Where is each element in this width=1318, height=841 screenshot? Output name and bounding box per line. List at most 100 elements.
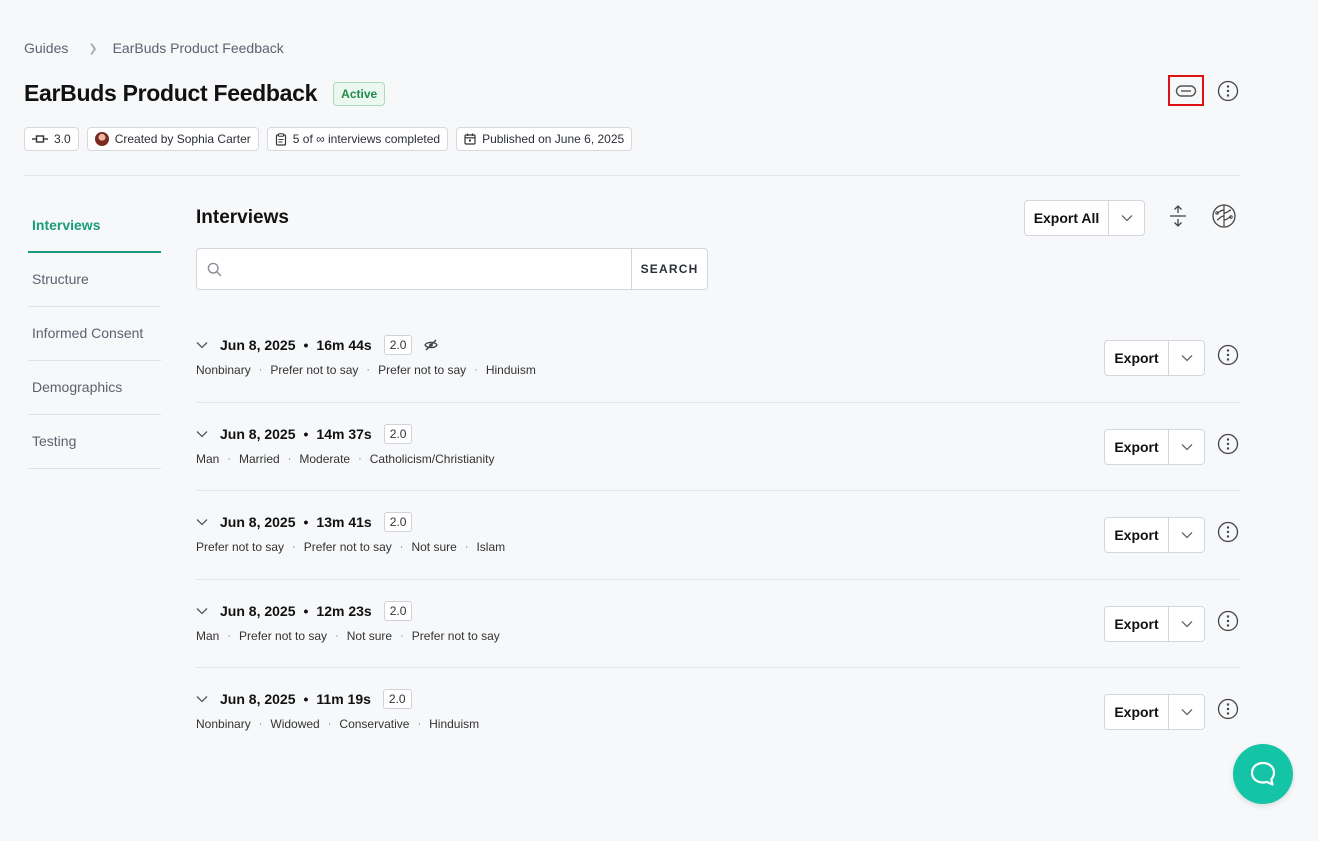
interview-row[interactable]: Jun 8, 2025 • 11m 19s 2.0 Nonbinary · Wid…: [196, 668, 1240, 757]
interview-tags: Prefer not to say · Prefer not to say · No…: [196, 540, 506, 554]
search-button[interactable]: SEARCH: [631, 249, 707, 289]
interview-duration: 13m 41s: [316, 514, 372, 530]
collapse-all-button[interactable]: [1166, 204, 1190, 228]
interview-list: Jun 8, 2025 • 16m 44s 2.0 Nonbinary · Pre…: [196, 314, 1240, 757]
ai-analysis-button[interactable]: [1210, 202, 1238, 230]
export-button[interactable]: Export: [1105, 341, 1169, 375]
interview-date: Jun 8, 2025: [220, 602, 296, 619]
export-button[interactable]: Export: [1105, 606, 1169, 641]
guide-more-options-button[interactable]: [1216, 79, 1240, 103]
tag: Hinduism: [485, 363, 536, 377]
more-vertical-icon: [1217, 521, 1239, 543]
header-divider: [24, 175, 1240, 176]
tag: Nonbinary: [196, 717, 251, 731]
guide-meta: 3.0 Created by Sophia Carter 5 of ∞ inte…: [24, 127, 633, 151]
copy-link-button[interactable]: [1168, 75, 1204, 106]
tag: Nonbinary: [196, 363, 251, 377]
chat-support-button[interactable]: [1233, 744, 1293, 804]
row-more-options-button[interactable]: [1216, 609, 1240, 633]
export-all-button[interactable]: Export All: [1025, 201, 1109, 235]
section-nav: Interviews Structure Informed Consent De…: [28, 199, 161, 469]
chevron-down-icon: [1181, 443, 1192, 450]
tag: Man: [196, 628, 220, 643]
version-icon: [32, 135, 48, 143]
tab-interviews[interactable]: Interviews: [28, 199, 161, 253]
chevron-down-icon: [1121, 215, 1132, 222]
version-badge: 2.0: [382, 689, 412, 709]
tab-informed-consent[interactable]: Informed Consent: [28, 307, 161, 361]
search-bar: SEARCH: [196, 248, 708, 290]
link-icon: [1175, 84, 1197, 97]
tag: Prefer not to say: [411, 628, 500, 643]
search-icon: [197, 249, 231, 289]
export-button[interactable]: Export: [1105, 429, 1169, 464]
calendar-icon: [464, 133, 476, 145]
status-badge: Active: [333, 81, 386, 106]
tag: Married: [239, 451, 280, 466]
export-button[interactable]: Export: [1105, 695, 1169, 729]
creator-label: Created by Sophia Carter: [114, 132, 251, 146]
tab-testing[interactable]: Testing: [28, 415, 161, 469]
tab-structure[interactable]: Structure: [28, 253, 161, 307]
interview-duration: 14m 37s: [316, 425, 372, 442]
expand-chevron-icon[interactable]: [196, 428, 208, 440]
tag: Prefer not to say: [270, 363, 359, 377]
export-all-split-button: Export All: [1024, 200, 1145, 236]
more-vertical-icon: [1217, 433, 1239, 454]
tag: Hinduism: [429, 717, 480, 731]
export-all-dropdown-button[interactable]: [1109, 201, 1144, 235]
more-vertical-icon: [1217, 344, 1239, 366]
row-more-options-button[interactable]: [1216, 520, 1240, 544]
version-badge: 2.0: [383, 335, 413, 355]
version-badge: 2.0: [383, 600, 413, 621]
interview-date: Jun 8, 2025: [220, 425, 296, 442]
version-chip: 3.0: [24, 127, 79, 151]
interview-date: Jun 8, 2025: [220, 514, 296, 530]
brain-icon: [1212, 204, 1236, 228]
breadcrumb-current: EarBuds Product Feedback: [112, 40, 284, 56]
chat-bubble-icon: [1250, 761, 1276, 786]
chevron-down-icon: [1181, 620, 1192, 627]
tag: Not sure: [346, 628, 393, 643]
interview-tags: Nonbinary · Prefer not to say · Prefer not…: [196, 363, 536, 377]
tag: Man: [196, 451, 220, 466]
export-button[interactable]: Export: [1105, 518, 1169, 552]
export-dropdown-button[interactable]: [1169, 695, 1204, 729]
export-split-button: Export: [1104, 605, 1205, 642]
interview-date: Jun 8, 2025: [220, 337, 296, 353]
expand-chevron-icon[interactable]: [196, 605, 208, 617]
interview-duration: 11m 19s: [316, 691, 371, 707]
row-more-options-button[interactable]: [1216, 697, 1240, 721]
breadcrumb-guides-link[interactable]: Guides: [24, 40, 68, 56]
interview-row[interactable]: Jun 8, 2025 • 13m 41s 2.0 Prefer not to …: [196, 491, 1240, 580]
row-more-options-button[interactable]: [1216, 432, 1240, 456]
published-chip: Published on June 6, 2025: [456, 127, 633, 151]
published-label: Published on June 6, 2025: [482, 132, 625, 146]
more-vertical-icon: [1217, 80, 1239, 102]
interview-row[interactable]: Jun 8, 2025 • 12m 23s 2.0 Man · Prefer no…: [196, 580, 1240, 668]
interview-row[interactable]: Jun 8, 2025 • 16m 44s 2.0 Nonbinary · Pre…: [196, 314, 1240, 403]
clipboard-icon: [275, 132, 286, 146]
export-dropdown-button[interactable]: [1169, 607, 1204, 641]
expand-chevron-icon[interactable]: [196, 516, 208, 528]
expand-chevron-icon[interactable]: [196, 339, 208, 351]
tag: Islam: [476, 540, 506, 554]
export-dropdown-button[interactable]: [1169, 518, 1204, 552]
tab-demographics[interactable]: Demographics: [28, 361, 161, 415]
title-row: EarBuds Product Feedback Active: [24, 80, 386, 107]
export-dropdown-button[interactable]: [1169, 430, 1204, 464]
row-more-options-button[interactable]: [1216, 343, 1240, 367]
breadcrumb: Guides ❯ EarBuds Product Feedback: [24, 40, 284, 56]
breadcrumb-separator-icon: ❯: [88, 42, 98, 55]
search-input[interactable]: [231, 249, 631, 289]
interview-row[interactable]: Jun 8, 2025 • 14m 37s 2.0 Man · Married · …: [196, 403, 1240, 491]
section-title: Interviews: [196, 207, 289, 228]
page-title: EarBuds Product Feedback: [24, 80, 318, 106]
tag: Catholicism/Christianity: [369, 451, 495, 466]
export-dropdown-button[interactable]: [1169, 341, 1204, 375]
export-split-button: Export: [1104, 340, 1205, 376]
expand-chevron-icon[interactable]: [196, 693, 208, 705]
interview-date: Jun 8, 2025: [220, 691, 296, 707]
tag: Conservative: [339, 717, 410, 731]
chevron-down-icon: [1181, 532, 1192, 539]
